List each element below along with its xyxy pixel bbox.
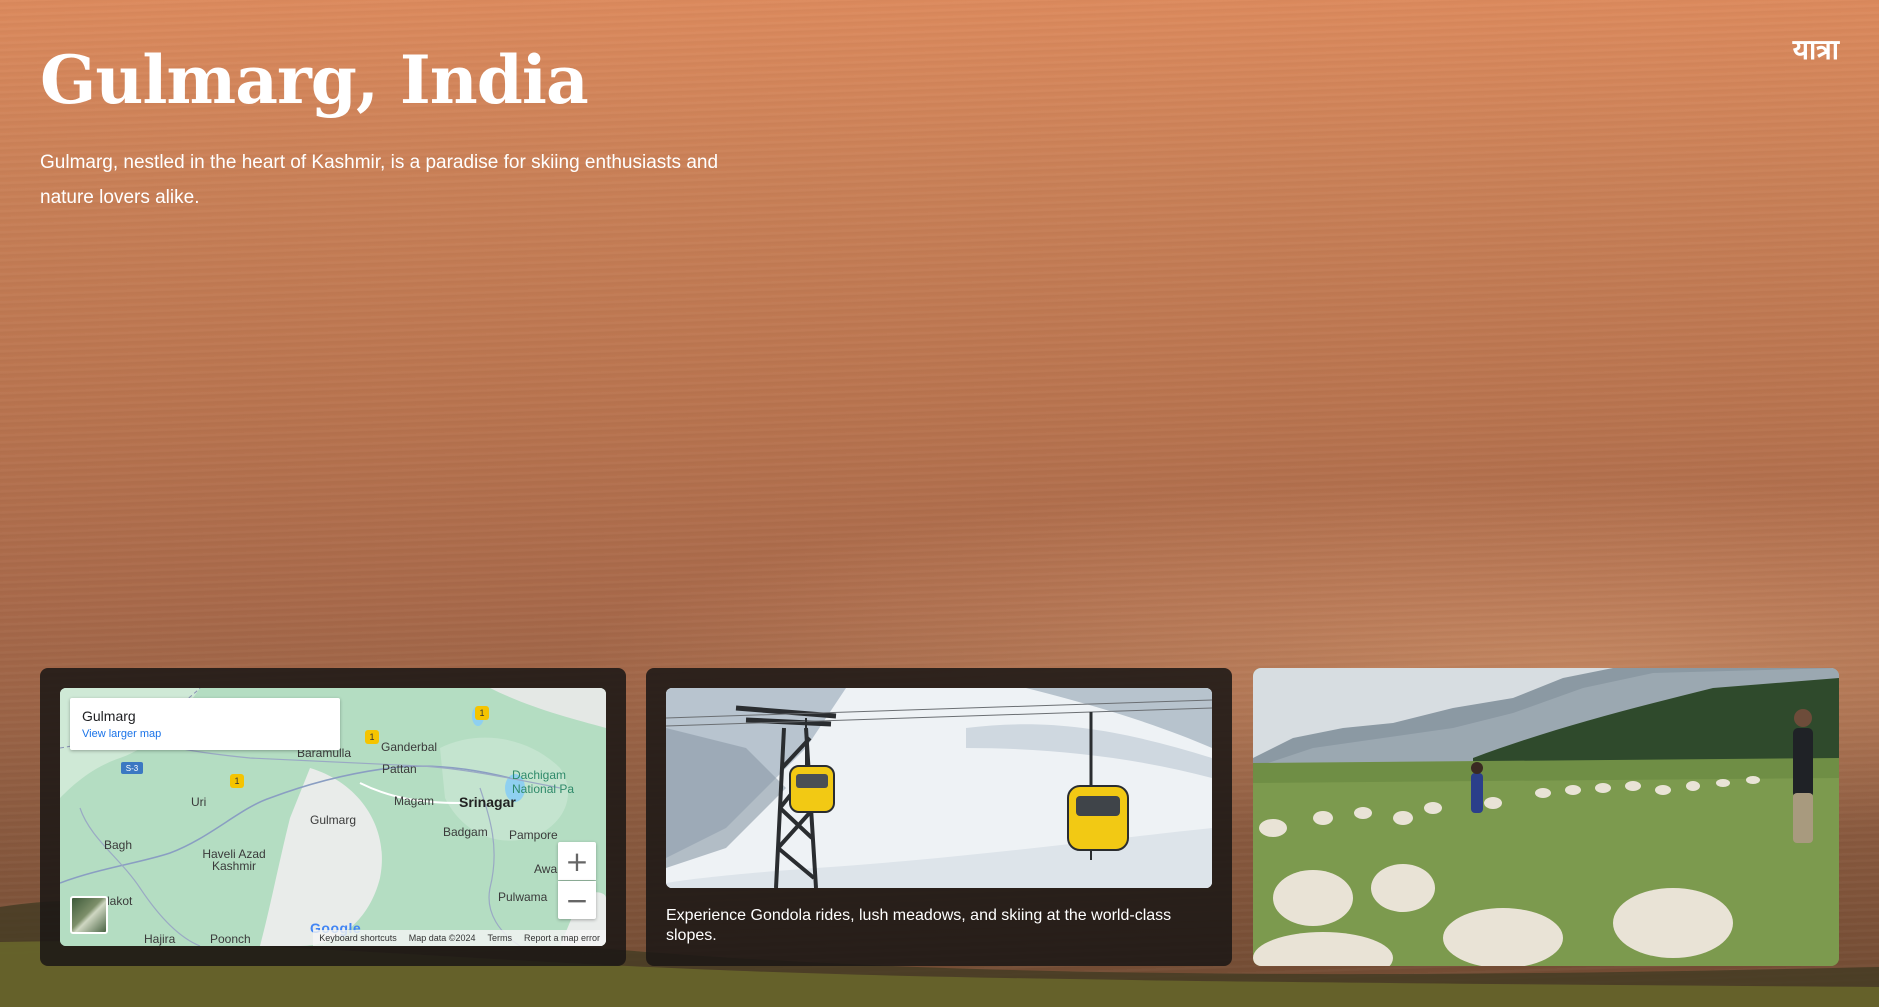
map-info-card: Gulmarg View larger map	[70, 698, 340, 750]
gondola-photo	[666, 688, 1212, 888]
map-label-hajira: Hajira	[144, 932, 176, 946]
meadow-sheep-photo	[1253, 668, 1839, 966]
brand-logo[interactable]: यात्रा	[1793, 30, 1839, 68]
gondola-caption: Experience Gondola rides, lush meadows, …	[666, 907, 1172, 944]
zoom-in-button[interactable]: +	[558, 842, 596, 880]
map-label-srinagar: Srinagar	[459, 794, 516, 810]
report-map-error-link[interactable]: Report a map error	[524, 933, 600, 943]
map-layers-button[interactable]	[70, 896, 108, 934]
route-shield-1: 1	[365, 730, 379, 744]
route-shield-1: 1	[230, 774, 244, 788]
map-data-attribution: Map data ©2024	[408, 933, 476, 943]
meadow-photo-card	[1253, 668, 1839, 966]
hero-description: Gulmarg, nestled in the heart of Kashmir…	[40, 152, 719, 208]
route-shield-s3: S-3	[121, 762, 143, 774]
zoom-out-button[interactable]: −	[558, 881, 596, 919]
map-label-pulwama: Pulwama	[498, 890, 548, 904]
view-larger-map-link[interactable]: View larger map	[82, 728, 328, 740]
map-label-poonch: Poonch	[210, 932, 251, 946]
route-shield-1: 1	[475, 706, 489, 720]
map-label-magam: Magam	[394, 794, 435, 808]
map-label-dachigam: Dachigam National Pa	[512, 768, 575, 796]
embedded-map[interactable]: pore Baramulla Ganderbal Pattan Dachigam…	[60, 688, 606, 946]
map-label-uri: Uri	[191, 795, 207, 809]
gondola-illustration	[666, 688, 1212, 888]
page-title: Gulmarg, India	[40, 41, 589, 119]
map-card: pore Baramulla Ganderbal Pattan Dachigam…	[40, 668, 626, 966]
gondola-card: Experience Gondola rides, lush meadows, …	[646, 668, 1232, 966]
keyboard-shortcuts-link[interactable]: Keyboard shortcuts	[319, 933, 397, 943]
map-label-bagh: Bagh	[104, 838, 133, 852]
map-label-lakot: lakot	[107, 894, 133, 908]
map-label-gulmarg: Gulmarg	[310, 813, 357, 827]
map-label-haveli: Haveli Azad Kashmir	[202, 847, 266, 873]
terms-link[interactable]: Terms	[487, 933, 512, 943]
map-label-badgam: Badgam	[443, 825, 488, 839]
card-row: pore Baramulla Ganderbal Pattan Dachigam…	[40, 668, 1839, 966]
map-label-pampore: Pampore	[509, 828, 558, 842]
map-place-title: Gulmarg	[82, 708, 136, 724]
map-label-ganderbal: Ganderbal	[381, 740, 438, 754]
map-footer: Keyboard shortcuts Map data ©2024 Terms …	[313, 930, 606, 946]
map-label-pattan: Pattan	[382, 762, 417, 776]
map-label-awa: Awa	[534, 862, 558, 876]
